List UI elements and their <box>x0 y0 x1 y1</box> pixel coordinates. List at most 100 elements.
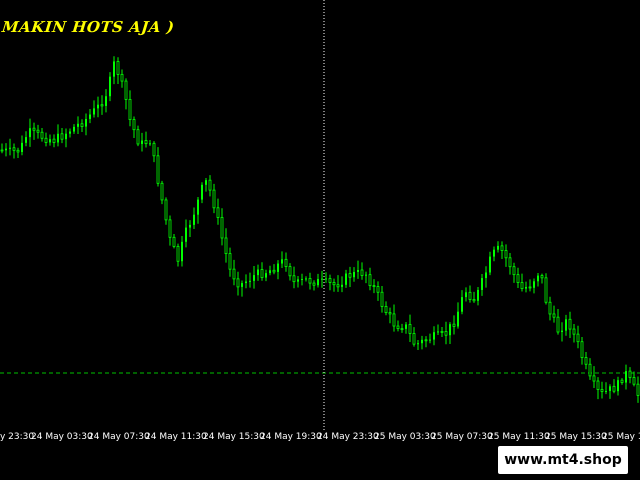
candle <box>25 131 27 147</box>
candle <box>508 252 512 275</box>
candle <box>368 267 372 291</box>
candle <box>620 378 624 385</box>
candle <box>636 376 640 403</box>
candle <box>80 119 84 133</box>
candle <box>185 219 187 248</box>
candle <box>29 118 31 147</box>
candle <box>69 128 71 138</box>
candle <box>172 233 176 249</box>
candlestick-chart[interactable] <box>0 0 640 448</box>
candle <box>44 132 48 147</box>
candle <box>21 135 23 156</box>
candle <box>465 287 467 302</box>
time-tick-label: 24 May 15:30 <box>203 432 265 442</box>
candle <box>433 326 435 346</box>
candle <box>572 323 576 343</box>
candle <box>537 273 539 287</box>
time-tick-label: y 23:30 <box>0 432 35 442</box>
candle <box>236 271 240 296</box>
candle <box>528 279 532 292</box>
candle <box>497 241 499 253</box>
candle <box>609 384 611 399</box>
candle <box>500 241 504 260</box>
candle <box>556 309 560 335</box>
candle <box>540 273 544 284</box>
candle <box>588 358 592 380</box>
candle <box>113 56 115 85</box>
candle <box>396 320 400 332</box>
candle <box>301 273 303 286</box>
candle <box>141 132 143 152</box>
candle <box>284 252 288 272</box>
candle <box>109 72 111 102</box>
candle <box>105 89 107 113</box>
candle <box>504 244 508 267</box>
candle <box>16 147 20 158</box>
candle <box>341 276 343 293</box>
candle <box>472 291 476 303</box>
candle <box>120 69 124 88</box>
candle <box>632 371 636 387</box>
candle <box>5 143 7 157</box>
candle <box>197 196 199 224</box>
candle <box>576 325 580 349</box>
candle <box>181 235 183 267</box>
candle <box>317 273 319 288</box>
time-tick-label: 24 May 11:30 <box>145 432 207 442</box>
candle <box>228 247 232 277</box>
candle <box>444 321 448 345</box>
candle <box>100 95 104 115</box>
candle <box>412 327 416 347</box>
candle <box>485 266 487 288</box>
candle <box>321 270 323 288</box>
candle <box>580 336 584 365</box>
candle <box>452 315 456 335</box>
candle <box>437 324 439 335</box>
candle <box>548 296 552 321</box>
candle <box>116 57 120 85</box>
price-chart[interactable]: MAKIN HOTS AJA ) y 23:30 24 May 03:30 24 M… <box>0 0 640 448</box>
candle <box>332 278 336 292</box>
candle <box>249 272 251 288</box>
candle <box>360 262 364 280</box>
candle <box>216 198 220 225</box>
candle <box>584 351 588 370</box>
candle <box>152 141 156 163</box>
candle <box>308 272 312 290</box>
candle <box>489 251 491 276</box>
candle <box>193 207 195 230</box>
candle <box>525 281 527 293</box>
candle <box>156 147 160 187</box>
candle <box>297 276 299 288</box>
candle <box>468 285 472 303</box>
candle <box>281 251 283 268</box>
candle <box>493 246 495 262</box>
candle <box>440 326 444 337</box>
candle <box>533 278 535 294</box>
time-axis: y 23:30 24 May 03:30 24 May 07:30 24 May 11… <box>0 432 640 446</box>
candle <box>245 274 247 289</box>
candle <box>421 335 423 350</box>
candle <box>305 276 307 282</box>
watermark-badge: www.mt4.shop <box>498 446 628 474</box>
candle <box>544 273 548 305</box>
candle <box>85 113 87 136</box>
watermark-text: www.mt4.shop <box>504 452 622 468</box>
candle <box>481 274 483 296</box>
time-tick-label: 25 May 11:30 <box>488 432 550 442</box>
candle <box>312 280 316 291</box>
candle <box>97 96 99 118</box>
candle <box>260 262 264 281</box>
candle <box>625 364 627 390</box>
candle <box>176 243 180 267</box>
candle <box>561 322 563 342</box>
candle <box>124 78 128 110</box>
time-tick-label: 25 May 07:30 <box>431 432 493 442</box>
candle <box>325 272 327 283</box>
candle <box>380 286 384 313</box>
candle <box>372 279 376 294</box>
candle <box>65 128 67 148</box>
candle <box>392 304 396 332</box>
candle <box>136 125 140 147</box>
candle <box>400 323 404 333</box>
